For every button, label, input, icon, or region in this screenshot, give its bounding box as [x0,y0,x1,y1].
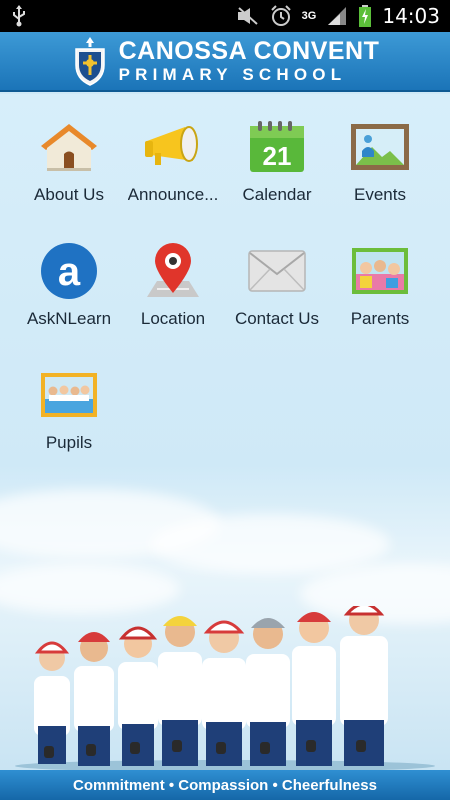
picture-frame-icon [351,124,409,171]
battery-charging-icon [359,5,372,27]
school-crest-icon [74,37,105,86]
menu-item-label: Contact Us [234,308,320,328]
house-icon [41,124,97,172]
menu-item-announcements[interactable]: Announce... [117,94,229,204]
menu-item-about-us[interactable]: About Us [13,94,125,204]
app-header: CANOSSA CONVENT PRIMARY SCHOOL [0,32,450,92]
clock: 14:03 [382,4,440,28]
network-type: 3G [301,9,317,22]
parents-photo-icon [352,248,408,295]
status-bar: 3G 14:03 [0,0,450,32]
menu-item-label: Pupils [45,432,93,452]
school-name: CANOSSA CONVENT [118,37,380,65]
envelope-icon [248,250,306,293]
menu-item-contact-us[interactable]: Contact Us [221,218,333,328]
school-subtitle: PRIMARY SCHOOL [118,65,347,84]
students-group [15,606,435,770]
asknlearn-icon: a [41,243,97,300]
map-pin-icon [147,243,199,298]
menu-item-label: Location [140,308,206,328]
asknlearn-letter: a [58,250,81,294]
usb-icon [13,5,25,27]
school-motto: Commitment • Compassion • Cheerfulness [73,776,377,794]
menu-item-pupils[interactable]: Pupils [13,342,125,452]
school-motto-banner: Commitment • Compassion • Cheerfulness [0,770,450,800]
menu-item-label: Calendar [242,184,312,204]
menu-item-calendar[interactable]: 21 Calendar [221,94,333,204]
menu-item-asknlearn[interactable]: a AskNLearn [13,218,125,328]
menu-item-label: AskNLearn [26,308,112,328]
megaphone-icon [145,126,198,166]
alarm-icon [270,5,291,26]
muted-icon [237,7,258,25]
signal-icon [328,7,347,25]
menu-item-events[interactable]: Events [324,94,436,204]
home-screen: About Us Announce... 21 Calendar Events … [0,94,450,770]
menu-item-label: Announce... [127,184,219,204]
menu-item-location[interactable]: Location [117,218,229,328]
calendar-day: 21 [263,141,292,171]
menu-item-label: Parents [350,308,410,328]
students-photo [15,606,435,770]
menu-item-label: Events [354,184,406,204]
pupils-photo-icon [41,373,97,418]
menu-item-label: About Us [34,184,104,204]
menu-item-parents[interactable]: Parents [324,218,436,328]
calendar-icon: 21 [250,121,304,173]
